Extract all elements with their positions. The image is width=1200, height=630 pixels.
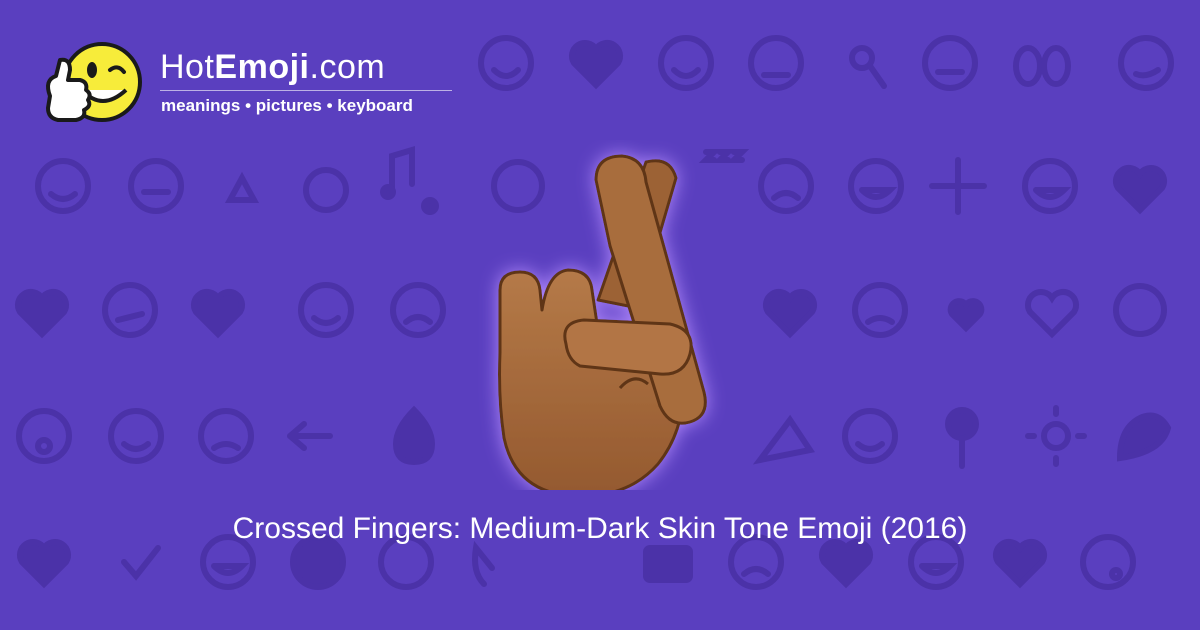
smiling-imp-icon — [108, 408, 164, 464]
heart-with-arrow-icon — [763, 289, 817, 339]
party-popper-icon — [752, 414, 815, 465]
site-name: HotEmoji.com — [160, 48, 385, 87]
striped-heart-icon — [17, 539, 71, 589]
sparkles-icon — [929, 157, 987, 215]
broken-heart-icon — [15, 289, 69, 339]
recycle-icon — [224, 171, 260, 203]
angry-face-icon — [198, 408, 254, 464]
two-hearts-icon — [947, 298, 985, 333]
music-notes-icon — [380, 145, 439, 215]
site-name-suffix: .com — [309, 48, 386, 86]
striped-heart-icon — [191, 289, 245, 339]
tongue-face-icon — [842, 408, 898, 464]
site-tagline: meanings • pictures • keyboard — [161, 96, 413, 115]
expressionless-face-icon — [922, 35, 978, 91]
logo-divider — [160, 90, 452, 91]
heart-icon — [569, 40, 623, 90]
grimacing-face-icon — [128, 158, 184, 214]
site-logo[interactable]: HotEmoji.com meanings • pictures • keybo… — [40, 34, 480, 134]
weary-face-icon — [852, 282, 908, 338]
check-mark-icon — [121, 545, 161, 581]
heart-icon — [993, 539, 1047, 589]
raising-hands-icon — [303, 167, 349, 213]
flexed-biceps-icon — [1116, 412, 1172, 462]
smiley-face-icon — [478, 35, 534, 91]
camera-icon — [643, 545, 693, 583]
grinning-face-icon — [848, 158, 904, 214]
arrow-left-icon — [287, 421, 333, 451]
relieved-face-icon — [35, 158, 91, 214]
monkey-icon — [1113, 283, 1167, 337]
heart-icon — [819, 539, 873, 589]
striped-heart-icon — [1113, 165, 1167, 215]
smiley-face-icon — [658, 35, 714, 91]
fire-icon — [392, 405, 436, 466]
waving-hand-icon — [472, 540, 495, 587]
share-card: HotEmoji.com meanings • pictures • keybo… — [0, 0, 1200, 630]
sun-icon — [1025, 405, 1087, 467]
eyes-icon — [1013, 45, 1071, 87]
heart-outline-icon — [1025, 289, 1079, 339]
emoji-caption: Crossed Fingers: Medium-Dark Skin Tone E… — [232, 512, 968, 545]
confused-face-icon — [102, 282, 158, 338]
screaming-face-icon — [16, 408, 72, 464]
site-name-prefix: Hot — [160, 48, 215, 86]
rose-icon — [945, 407, 979, 469]
crossed-fingers-medium-dark-skin-tone-icon — [498, 154, 707, 490]
sad-face-icon — [758, 158, 814, 214]
grinning-face-icon — [1022, 158, 1078, 214]
winking-tongue-face-icon — [298, 282, 354, 338]
winking-thumbs-up-smiley-icon — [46, 42, 142, 122]
ok-hand-icon — [849, 45, 887, 89]
frowning-face-icon — [390, 282, 446, 338]
persevering-face-icon — [748, 35, 804, 91]
smirking-face-icon — [1118, 35, 1174, 91]
site-name-bold: Emoji — [214, 48, 310, 86]
